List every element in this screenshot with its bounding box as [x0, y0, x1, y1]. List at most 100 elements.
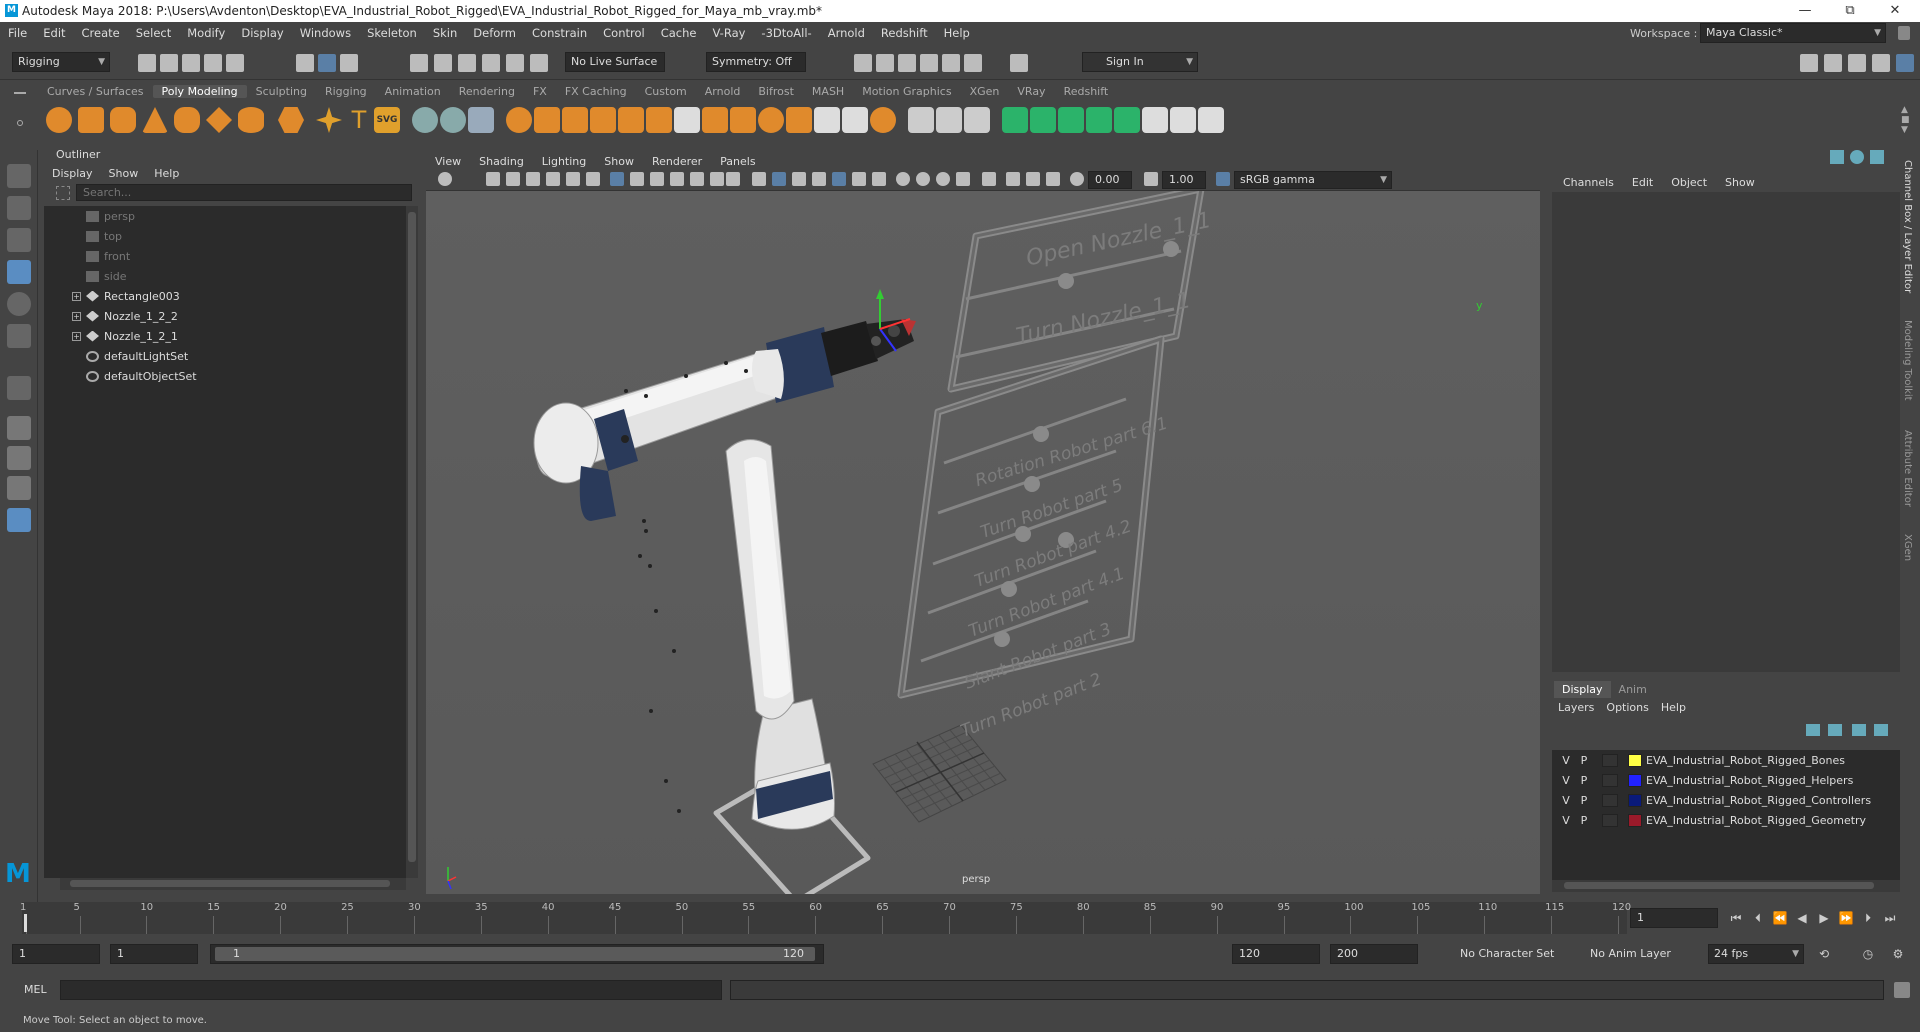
channel-box-toggle-icon[interactable] — [1870, 150, 1884, 164]
soft-select-icon[interactable] — [870, 107, 896, 133]
planar-uv-icon[interactable] — [786, 107, 812, 133]
redshift-portal-icon[interactable] — [1114, 107, 1140, 133]
menu-vray[interactable]: V-Ray — [704, 26, 753, 40]
shelf-tab-redshift[interactable]: Redshift — [1055, 85, 1118, 98]
maximize-button[interactable]: ⧉ — [1830, 0, 1870, 22]
redshift-proxy-icon[interactable] — [1142, 107, 1168, 133]
redo-icon[interactable] — [226, 54, 244, 72]
field-chart-icon[interactable] — [690, 172, 704, 186]
use-all-lights-icon[interactable] — [832, 172, 846, 186]
exposure-field[interactable]: 0.00 — [1088, 171, 1132, 189]
wireframe-icon[interactable] — [752, 172, 766, 186]
scale-tool-icon[interactable] — [7, 324, 31, 348]
outliner-item-default-object-set[interactable]: defaultObjectSet — [44, 366, 406, 386]
persp-outliner-layout-icon[interactable] — [7, 476, 31, 500]
step-forward-key-icon[interactable]: ⏩ — [1838, 910, 1854, 926]
undo-icon[interactable] — [204, 54, 222, 72]
camera-attributes-icon[interactable] — [438, 172, 452, 186]
redshift-render-icon[interactable] — [1002, 107, 1028, 133]
film-gate-icon[interactable] — [630, 172, 644, 186]
uv-editor-icon[interactable] — [842, 107, 868, 133]
outliner-item-nozzle-1-2-2[interactable]: + Nozzle_1_2_2 — [44, 306, 406, 326]
auto-key-icon[interactable]: ◷ — [1860, 946, 1876, 962]
xray-icon[interactable] — [872, 172, 886, 186]
viewport-menu-lighting[interactable]: Lighting — [533, 155, 595, 168]
fill-hole-icon[interactable] — [618, 107, 644, 133]
layer-row-geometry[interactable]: V P EVA_Industrial_Robot_Rigged_Geometry — [1552, 810, 1900, 830]
poly-plane-icon[interactable] — [206, 107, 232, 133]
outliner-horizontal-scrollbar[interactable] — [60, 878, 406, 890]
layer-color-swatch[interactable] — [1628, 793, 1642, 807]
channel-box-pin-icon[interactable] — [1830, 150, 1844, 164]
shelf-tab-curves-surfaces[interactable]: Curves / Surfaces — [38, 85, 153, 98]
insert-edge-loop-icon[interactable] — [702, 107, 728, 133]
menu-cache[interactable]: Cache — [653, 26, 705, 40]
outliner-item-persp[interactable]: persp — [44, 206, 406, 226]
redshift-tools-icon[interactable] — [1198, 107, 1224, 133]
shelf-tab-rigging[interactable]: Rigging — [316, 85, 376, 98]
shelf-tab-vray[interactable]: VRay — [1008, 85, 1054, 98]
side-tab-attribute-editor[interactable]: Attribute Editor — [1902, 430, 1913, 507]
redshift-ipr-icon[interactable] — [1030, 107, 1056, 133]
redshift-dome-icon[interactable] — [1086, 107, 1112, 133]
side-tab-xgen[interactable]: XGen — [1902, 534, 1913, 561]
layer-row-bones[interactable]: V P EVA_Industrial_Robot_Rigged_Bones — [1552, 750, 1900, 770]
sign-in-button[interactable]: Sign In ▼ — [1082, 52, 1198, 72]
menu-help[interactable]: Help — [936, 26, 978, 40]
camera-lock-icon[interactable] — [506, 172, 520, 186]
grease-pencil-icon[interactable] — [586, 172, 600, 186]
offset-edge-loop-icon[interactable] — [730, 107, 756, 133]
paint-select-tool-icon[interactable] — [7, 228, 31, 252]
current-time-indicator[interactable] — [24, 914, 27, 932]
poly-disc-icon[interactable] — [238, 107, 264, 133]
shelf-tab-animation[interactable]: Animation — [376, 85, 450, 98]
anti-aliasing-icon[interactable] — [936, 172, 950, 186]
layer-display-type[interactable] — [1602, 813, 1618, 827]
outliner-item-top[interactable]: top — [44, 226, 406, 246]
layer-playback-toggle[interactable]: P — [1578, 814, 1590, 827]
command-language-label[interactable]: MEL — [24, 983, 47, 996]
isolate-select-icon[interactable] — [982, 172, 996, 186]
layer-visibility-toggle[interactable]: V — [1560, 814, 1572, 827]
gamma-field[interactable]: 1.00 — [1162, 171, 1206, 189]
multi-cut-icon[interactable] — [674, 107, 700, 133]
layer-visibility-toggle[interactable]: V — [1560, 794, 1572, 807]
depth-of-field-icon[interactable] — [956, 172, 970, 186]
loop-icon[interactable]: ⟲ — [1816, 946, 1832, 962]
select-tool-icon[interactable] — [7, 164, 31, 188]
menuset-dropdown[interactable]: Rigging ▼ — [12, 52, 110, 72]
render-frame-icon[interactable] — [854, 54, 872, 72]
animation-end-field[interactable]: 200 — [1330, 944, 1418, 964]
script-editor-icon[interactable] — [1894, 982, 1910, 998]
lock-icon[interactable] — [1898, 26, 1910, 40]
animation-preferences-icon[interactable]: ⚙ — [1890, 946, 1906, 962]
separate-icon[interactable] — [440, 107, 466, 133]
platonic-solid-icon[interactable] — [278, 107, 304, 133]
mirror-icon[interactable] — [758, 107, 784, 133]
rotate-tool-icon[interactable] — [7, 292, 31, 316]
play-forwards-icon[interactable]: ▶ — [1816, 910, 1832, 926]
expand-icon[interactable]: + — [72, 291, 81, 301]
image-plane-icon[interactable] — [546, 172, 560, 186]
shelf-tab-sculpting[interactable]: Sculpting — [247, 85, 316, 98]
modeling-toolkit-icon[interactable] — [1800, 54, 1818, 72]
step-forward-frame-icon[interactable]: ⏵ — [1860, 910, 1876, 926]
current-frame-field[interactable]: 1 — [1630, 908, 1718, 928]
layer-horizontal-scrollbar[interactable] — [1552, 880, 1900, 892]
select-component-icon[interactable] — [340, 54, 358, 72]
layer-menu-options[interactable]: Options — [1600, 701, 1654, 714]
menu-file[interactable]: File — [0, 26, 35, 40]
range-slider-bar[interactable] — [215, 947, 815, 961]
resolution-gate-icon[interactable] — [650, 172, 664, 186]
append-polygon-icon[interactable] — [646, 107, 672, 133]
shelf-tab-fx-caching[interactable]: FX Caching — [556, 85, 636, 98]
outliner-item-front[interactable]: front — [44, 246, 406, 266]
smooth-shade-icon[interactable] — [772, 172, 786, 186]
redshift-light-icon[interactable] — [1058, 107, 1084, 133]
shelf-tab-custom[interactable]: Custom — [636, 85, 696, 98]
layer-display-type[interactable] — [1602, 773, 1618, 787]
xray-joints-icon[interactable] — [1006, 172, 1020, 186]
close-button[interactable]: ✕ — [1875, 0, 1915, 22]
character-set-dropdown[interactable]: No Character Set — [1438, 944, 1558, 964]
live-surface-field[interactable]: No Live Surface — [565, 52, 665, 72]
